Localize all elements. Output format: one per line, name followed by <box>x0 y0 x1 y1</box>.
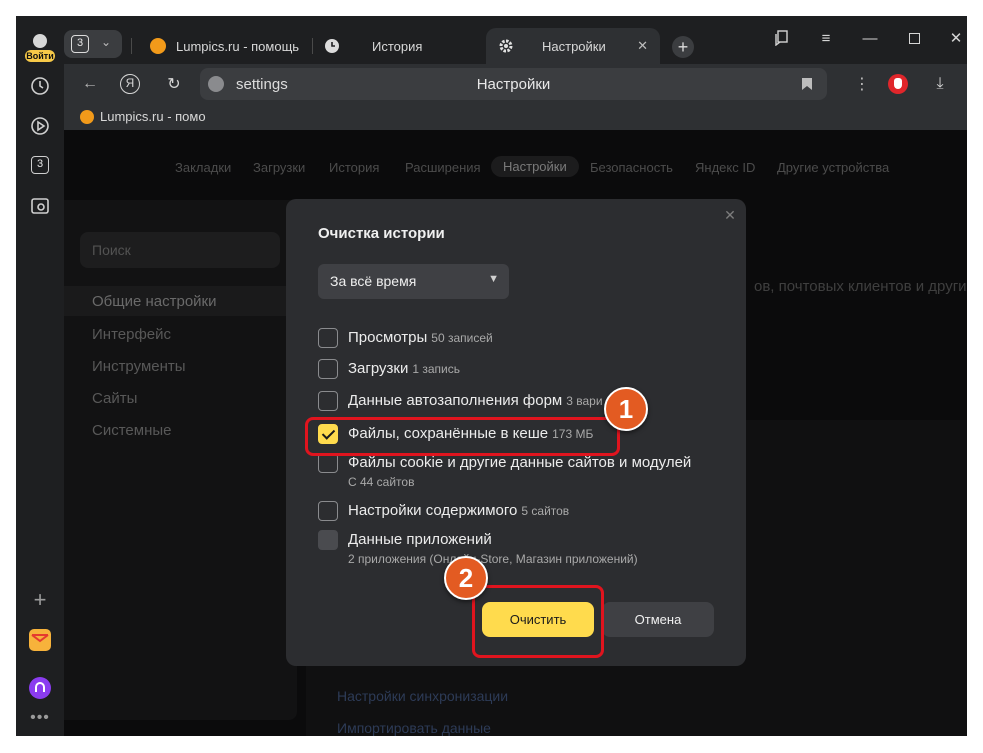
yandex-label: Я <box>120 74 140 94</box>
checkbox-disabled[interactable] <box>318 530 338 550</box>
sidebar-rail: Войти 3 + ••• <box>16 16 64 736</box>
maximize-icon[interactable] <box>896 26 932 50</box>
settings-sidebar: Поиск Общие настройки Интерфейс Инструме… <box>64 200 297 720</box>
tab-bar: 3 ⌄ Lumpics.ru - помощь История Настройк… <box>64 16 967 64</box>
import-data-link[interactable]: Импортировать данные <box>337 720 491 736</box>
login-label: Войти <box>25 50 55 62</box>
nav-bookmarks[interactable]: Закладки <box>175 160 231 175</box>
add-icon[interactable]: + <box>28 587 52 612</box>
nav-other-devices[interactable]: Другие устройства <box>777 160 889 175</box>
tab-title: Настройки <box>542 38 606 54</box>
menu-icon[interactable]: ≡ <box>808 26 844 50</box>
screenshot-icon[interactable] <box>28 194 52 218</box>
option-meta: 5 сайтов <box>521 504 570 518</box>
tab-title: История <box>372 38 423 54</box>
settings-nav: Закладки Загрузки История Расширения Нас… <box>64 156 967 180</box>
bookmarks-bar: Lumpics.ru - помо <box>64 104 967 130</box>
more-menu-icon[interactable]: ⋮ <box>850 72 874 96</box>
tabs-counter-label: 3 <box>71 35 89 53</box>
mail-icon[interactable] <box>28 628 52 652</box>
login-button[interactable]: Войти <box>25 34 55 62</box>
clock-icon <box>325 39 339 53</box>
sidebar-item-interface[interactable]: Интерфейс <box>92 326 171 343</box>
toolbar: ← Я ↻ settings Настройки ⋮ ⤓ <box>64 64 967 104</box>
option-label: Настройки содержимого <box>348 502 518 519</box>
tabs-counter-button[interactable]: 3 ⌄ <box>64 30 122 58</box>
reload-icon[interactable]: ↻ <box>162 72 186 96</box>
background-text: ов, почтовых клиентов и других <box>754 278 967 295</box>
nav-history[interactable]: История <box>329 160 379 175</box>
user-icon <box>33 34 47 48</box>
step-marker-2: 2 <box>444 556 488 600</box>
close-icon[interactable]: ✕ <box>722 207 738 223</box>
tab-title: Lumpics.ru - помощь <box>176 38 300 54</box>
option-label: Просмотры <box>348 329 428 346</box>
highlight-cache-option <box>305 417 620 456</box>
back-icon[interactable]: ← <box>78 72 102 96</box>
bookmark-panel-icon[interactable] <box>764 26 800 50</box>
option-sub: 2 приложения (Онлайн-Store, Магазин прил… <box>348 552 638 566</box>
checkbox[interactable] <box>318 453 338 473</box>
option-label: Загрузки <box>348 360 409 377</box>
sidebar-item-sites[interactable]: Сайты <box>92 390 137 407</box>
sidebar-item-tools[interactable]: Инструменты <box>92 358 186 375</box>
period-value: За всё время <box>330 273 417 289</box>
option-label: Данные автозаполнения форм <box>348 392 563 409</box>
checkbox[interactable] <box>318 501 338 521</box>
period-select[interactable]: За всё время ▼ <box>318 264 509 299</box>
tab-history[interactable]: История <box>324 28 484 64</box>
chevron-down-icon: ▼ <box>488 273 499 285</box>
nav-extensions[interactable]: Расширения <box>405 160 481 175</box>
dialog-title: Очистка истории <box>318 225 445 242</box>
nav-downloads[interactable]: Загрузки <box>253 160 305 175</box>
gear-icon <box>499 39 513 53</box>
chevron-down-icon: ⌄ <box>101 35 112 49</box>
highlight-clear-button <box>472 585 604 658</box>
sync-settings-link[interactable]: Настройки синхронизации <box>337 688 508 704</box>
adblock-icon[interactable] <box>886 72 910 96</box>
settings-search-input[interactable]: Поиск <box>80 232 280 268</box>
bookmark-lumpics[interactable]: Lumpics.ru - помо <box>80 109 206 124</box>
yandex-icon[interactable]: Я <box>118 72 142 96</box>
checkbox[interactable] <box>318 328 338 348</box>
tab-lumpics[interactable]: Lumpics.ru - помощь <box>150 28 306 64</box>
option-label: Данные приложений <box>348 531 492 548</box>
option-meta: 50 записей <box>431 331 493 345</box>
nav-settings[interactable]: Настройки <box>491 156 579 177</box>
alice-icon[interactable] <box>28 676 52 700</box>
bookmark-label: Lumpics.ru - помо <box>100 109 206 124</box>
address-bar[interactable]: settings Настройки <box>200 68 827 100</box>
sidebar-item-system[interactable]: Системные <box>92 422 171 439</box>
page-title: Настройки <box>476 76 551 93</box>
more-icon[interactable]: ••• <box>28 706 52 730</box>
nav-yandex-id[interactable]: Яндекс ID <box>695 160 755 175</box>
nav-security[interactable]: Безопасность <box>590 160 673 175</box>
checkbox[interactable] <box>318 391 338 411</box>
downloads-icon[interactable]: ⤓ <box>928 72 952 96</box>
history-icon[interactable] <box>28 74 52 98</box>
play-icon[interactable] <box>28 114 52 138</box>
lumpics-favicon <box>80 109 94 124</box>
close-window-icon[interactable]: ✕ <box>938 26 967 50</box>
option-meta: 3 вари <box>566 394 603 408</box>
option-label: Файлы cookie и другие данные сайтов и мо… <box>348 454 692 471</box>
tab-count-label: 3 <box>31 156 49 174</box>
cancel-button[interactable]: Отмена <box>602 602 714 637</box>
option-meta: 1 запись <box>412 362 461 376</box>
checkbox[interactable] <box>318 359 338 379</box>
close-tab-icon[interactable]: ✕ <box>637 38 648 54</box>
option-sub: С 44 сайтов <box>348 475 415 489</box>
step-marker-1: 1 <box>604 387 648 431</box>
new-tab-button[interactable]: + <box>672 36 694 58</box>
lumpics-favicon <box>150 38 166 54</box>
bookmark-icon[interactable] <box>801 77 813 91</box>
sidebar-item-general[interactable]: Общие настройки <box>92 293 217 310</box>
tab-settings[interactable]: Настройки ✕ <box>486 28 660 64</box>
tab-count-icon[interactable]: 3 <box>28 153 52 177</box>
minimize-icon[interactable]: — <box>852 26 888 50</box>
